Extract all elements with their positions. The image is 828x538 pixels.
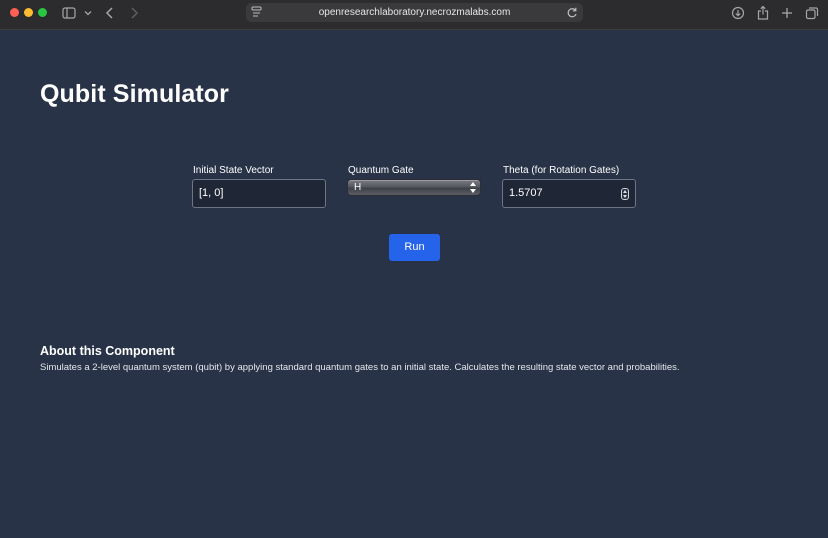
- theta-input[interactable]: 1.5707: [502, 179, 636, 208]
- quantum-gate-value: H: [354, 182, 362, 193]
- quantum-gate-label: Quantum Gate: [348, 165, 414, 176]
- theta-label: Theta (for Rotation Gates): [503, 165, 620, 176]
- reload-icon[interactable]: [566, 6, 578, 19]
- quantum-gate-select[interactable]: H: [347, 179, 481, 196]
- download-icon[interactable]: [731, 5, 745, 21]
- sidebar-icon[interactable]: [62, 5, 76, 21]
- forward-icon[interactable]: [128, 5, 140, 21]
- state-vector-input[interactable]: [1, 0]: [192, 179, 326, 208]
- back-icon[interactable]: [104, 5, 116, 21]
- site-icon: [251, 5, 263, 19]
- page-title: Qubit Simulator: [40, 80, 229, 108]
- state-vector-label: Initial State Vector: [193, 165, 274, 176]
- theta-value: 1.5707: [509, 187, 543, 199]
- share-icon[interactable]: [756, 5, 770, 21]
- about-description: Simulates a 2-level quantum system (qubi…: [40, 362, 680, 373]
- address-bar[interactable]: openresearchlaboratory.necrozmalabs.com: [246, 3, 583, 22]
- minimize-window-button[interactable]: [24, 8, 33, 17]
- run-button[interactable]: Run: [389, 234, 440, 261]
- state-vector-value: [1, 0]: [199, 187, 224, 199]
- new-tab-icon[interactable]: [780, 5, 794, 21]
- zoom-window-button[interactable]: [38, 8, 47, 17]
- close-window-button[interactable]: [10, 8, 19, 17]
- number-stepper-icon[interactable]: [621, 188, 629, 200]
- about-heading: About this Component: [40, 344, 175, 358]
- select-arrows-icon: [470, 182, 476, 193]
- tab-overview-icon[interactable]: [805, 5, 819, 21]
- chevron-down-icon[interactable]: [83, 5, 93, 21]
- browser-toolbar: openresearchlaboratory.necrozmalabs.com: [0, 0, 828, 30]
- url-text: openresearchlaboratory.necrozmalabs.com: [318, 7, 511, 18]
